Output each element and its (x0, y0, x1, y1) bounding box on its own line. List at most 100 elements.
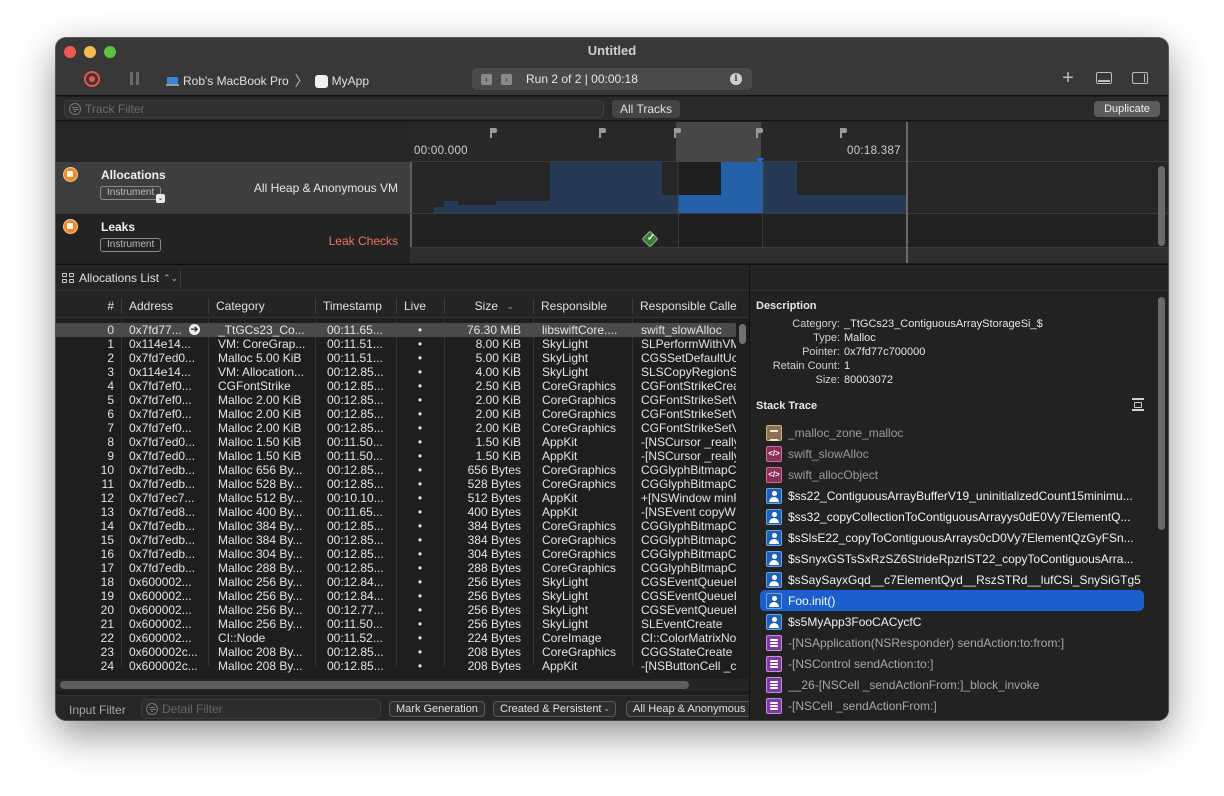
flag-icon[interactable] (599, 128, 607, 138)
cell-address: 0x7fd7ed8... (129, 505, 196, 519)
stack-frame[interactable]: $s5MyApp3FooCACycfC (760, 611, 1144, 632)
cell-index: 17 (100, 561, 114, 575)
column-header-responsible[interactable]: Responsible (533, 298, 631, 314)
previous-run-button[interactable]: ‹ (481, 73, 492, 85)
table-row[interactable]: 6 0x7fd7ef0... Malloc 2.00 KiB 00:12.85... •… (56, 407, 736, 421)
stack-frame-label: swift_allocObject (788, 467, 879, 482)
compact-stack-icon[interactable] (1132, 398, 1144, 411)
stack-frame[interactable]: -[NSControl sendAction:to:] (760, 653, 1144, 674)
table-row[interactable]: 17 0x7fd7edb... Malloc 288 By... 00:12.85..… (56, 561, 736, 575)
stack-frame[interactable]: $sSaySayxGqd__c7ElementQyd__RszSTRd__luf… (760, 569, 1144, 590)
stack-frame[interactable]: -[NSApplication(NSResponder) sendAction:… (760, 632, 1144, 653)
flag-icon[interactable] (490, 128, 498, 138)
time-ruler[interactable]: 00:00.000 00:18.387 (410, 122, 1168, 163)
cell-size: 1.50 KiB (475, 435, 521, 449)
track-detail[interactable]: All Heap & Anonymous VM (254, 181, 398, 195)
table-row[interactable]: 0 0x7fd77... ➔ _TtGCs23_Co... 00:11.65... • 76… (56, 323, 736, 337)
table-row[interactable]: 13 0x7fd7ed8... Malloc 400 By... 00:11.65..… (56, 505, 736, 519)
stack-frame[interactable]: Foo.init() (760, 590, 1144, 611)
table-row[interactable]: 10 0x7fd7edb... Malloc 656 By... 00:12.85..… (56, 463, 736, 477)
table-row[interactable]: 2 0x7fd7ed0... Malloc 5.00 KiB 00:11.51... •… (56, 351, 736, 365)
stack-frame[interactable]: </> swift_allocObject (760, 464, 1144, 485)
next-run-button[interactable]: › (501, 73, 512, 85)
column-header-responsible-caller[interactable]: Responsible Calle (632, 298, 742, 314)
table-row[interactable]: 8 0x7fd7ed0... Malloc 1.50 KiB 00:11.50... •… (56, 435, 736, 449)
field-key: Category: (792, 318, 840, 330)
flag-icon[interactable] (674, 128, 682, 138)
leak-check-passed-icon[interactable] (641, 230, 659, 248)
timeline-scrollbar[interactable] (1158, 166, 1165, 246)
chevron-down-icon[interactable]: ⌄ (156, 194, 165, 203)
cell-index: 13 (100, 505, 114, 519)
plus-icon[interactable]: + (1060, 68, 1076, 88)
lifespan-popup[interactable]: Created & Persistent ⌃⌄ (493, 701, 616, 717)
stack-frame[interactable]: </> swift_slowAlloc (760, 443, 1144, 464)
table-row[interactable]: 12 0x7fd7ec7... Malloc 512 By... 00:10.10..… (56, 491, 736, 505)
table-row[interactable]: 24 0x600002c... Malloc 208 By... 00:12.85..… (56, 659, 736, 673)
mark-generation-button[interactable]: Mark Generation (389, 701, 485, 717)
stack-frame[interactable]: $ss22_ContiguousArrayBufferV19_uninitial… (760, 485, 1144, 506)
table-row[interactable]: 19 0x600002... Malloc 256 By... 00:12.84...… (56, 589, 736, 603)
table-horizontal-scrollbar[interactable] (60, 681, 689, 689)
table-row[interactable]: 15 0x7fd7edb... Malloc 384 By... 00:12.85..… (56, 533, 736, 547)
table-vertical-scrollbar[interactable] (739, 324, 746, 344)
cell-live: • (417, 519, 423, 533)
panel-bottom-icon[interactable] (1096, 72, 1112, 84)
table-row[interactable]: 4 0x7fd7ef0... CGFontStrike 00:12.85... • 2.5… (56, 379, 736, 393)
target-app: MyApp (331, 74, 370, 88)
table-row[interactable]: 7 0x7fd7ef0... Malloc 2.00 KiB 00:12.85... •… (56, 421, 736, 435)
column-header-address[interactable]: Address (121, 298, 207, 314)
table-row[interactable]: 22 0x600002... CI::Node 00:11.52... • 224 Byt… (56, 631, 736, 645)
target-selector[interactable]: Rob's MacBook Pro 〉 MyApp (166, 71, 369, 91)
duplicate-button[interactable]: Duplicate (1094, 101, 1160, 117)
detail-filter-input[interactable] (162, 702, 372, 716)
go-to-arrow-icon[interactable]: ➔ (189, 324, 200, 335)
table-row[interactable]: 1 0x114e14... VM: CoreGrap... 00:11.51... • 8… (56, 337, 736, 351)
table-row[interactable]: 23 0x600002c... Malloc 208 By... 00:12.85..… (56, 645, 736, 659)
track-detail[interactable]: Leak Checks (329, 234, 398, 248)
table-row[interactable]: 21 0x600002... Malloc 256 By... 00:11.50...… (56, 617, 736, 631)
table-row[interactable]: 11 0x7fd7edb... Malloc 528 By... 00:12.85..… (56, 477, 736, 491)
record-icon[interactable] (84, 71, 100, 87)
track-header[interactable]: Allocations Instrument ⌄ All Heap & Anon… (56, 162, 410, 213)
track-allocations[interactable]: Allocations Instrument ⌄ All Heap & Anon… (56, 162, 1168, 213)
flag-icon[interactable] (756, 128, 764, 138)
column-header-live[interactable]: Live (396, 298, 443, 314)
stack-frame[interactable]: $ss32_copyCollectionToContiguousArrayys0… (760, 506, 1144, 527)
table-row[interactable]: 14 0x7fd7edb... Malloc 384 By... 00:12.85..… (56, 519, 736, 533)
column-header-category[interactable]: Category (208, 298, 314, 314)
table-row[interactable]: 3 0x114e14... VM: Allocation... 00:12.85...… (56, 365, 736, 379)
column-header-size[interactable]: Size ⌄ (444, 298, 518, 314)
stack-frame[interactable]: $sSlsE22_copyToContiguousArrays0cD0Vy7El… (760, 527, 1144, 548)
column-header-index[interactable]: # (56, 298, 118, 314)
stack-frame[interactable]: _malloc_zone_malloc (760, 422, 1144, 443)
table-row[interactable]: 9 0x7fd7ed0... Malloc 1.50 KiB 00:11.50... •… (56, 449, 736, 463)
cell-timestamp: 00:12.85... (327, 659, 384, 673)
inspector-scrollbar[interactable] (1158, 297, 1165, 530)
panel-right-icon[interactable] (1132, 72, 1148, 84)
table-row[interactable]: 18 0x600002... Malloc 256 By... 00:12.84...… (56, 575, 736, 589)
cell-size: 224 Bytes (467, 631, 521, 645)
allocation-type-popup[interactable]: All Heap & Anonymous VM (626, 701, 756, 717)
stack-frame[interactable]: __26-[NSCell _sendActionFrom:]_block_inv… (760, 674, 1144, 695)
track-header[interactable]: Leaks Instrument Leak Checks (56, 214, 410, 263)
time-selection[interactable] (676, 122, 761, 162)
pause-icon[interactable] (130, 72, 140, 85)
cell-live: • (417, 603, 423, 617)
flag-icon[interactable] (840, 128, 848, 138)
table-row[interactable]: 5 0x7fd7ef0... Malloc 2.00 KiB 00:12.85... •… (56, 393, 736, 407)
stack-frame[interactable]: $sSnyxGSTsSxRzSZ6StrideRpzrlST22_copyToC… (760, 548, 1144, 569)
column-header-timestamp[interactable]: Timestamp (315, 298, 395, 314)
cell-address: 0x7fd7edb... (129, 561, 196, 575)
table-row[interactable]: 16 0x7fd7edb... Malloc 304 By... 00:12.85..… (56, 547, 736, 561)
info-icon[interactable]: i (730, 73, 742, 85)
cell-timestamp: 00:12.85... (327, 379, 384, 393)
allocations-graph[interactable] (410, 162, 1156, 213)
all-tracks-button[interactable]: All Tracks (612, 100, 680, 118)
track-filter-input[interactable] (85, 102, 585, 116)
stack-frame[interactable]: -[NSCell _sendActionFrom:] (760, 695, 1144, 716)
table-row[interactable]: 20 0x600002... Malloc 256 By... 00:12.77...… (56, 603, 736, 617)
cell-timestamp: 00:12.85... (327, 561, 384, 575)
cell-category: _TtGCs23_Co... (218, 323, 305, 337)
view-selector[interactable]: Allocations List ⌃⌄ (62, 271, 178, 285)
